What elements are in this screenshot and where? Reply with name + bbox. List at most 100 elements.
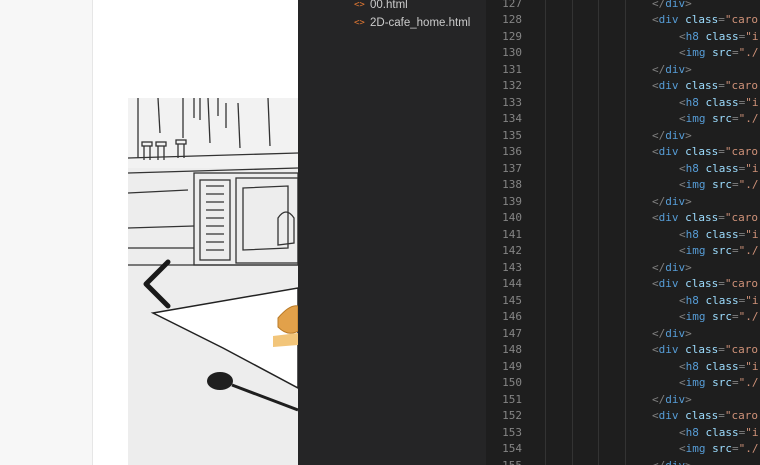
line-number: 136 (502, 145, 522, 158)
html-file-icon: <> (354, 0, 365, 10)
code-text: </div> (652, 260, 692, 274)
code-line[interactable]: 148 <div class="caro (486, 342, 760, 359)
line-number: 150 (502, 376, 522, 389)
code-line[interactable]: 133 <h8 class="i (486, 95, 760, 112)
line-number: 137 (502, 161, 522, 175)
line-number: 152 (502, 409, 522, 422)
code-line[interactable]: 137 <h8 class="i (486, 161, 760, 178)
html-file-icon: <> (354, 18, 365, 28)
code-text: <img src="./ (679, 46, 759, 59)
code-area[interactable]: 127 </div> 128 <div class="caro 129 <h8 class… (486, 0, 760, 465)
line-number: 128 (502, 13, 522, 26)
code-line[interactable]: 153 <h8 class="i (486, 425, 760, 442)
code-line[interactable]: 147 </div> (486, 326, 760, 343)
line-number: 141 (502, 227, 522, 241)
file-name: 00.html (370, 0, 408, 11)
carousel-prev-button[interactable] (138, 258, 178, 310)
code-text: </div> (652, 194, 692, 208)
code-line[interactable]: 143 </div> (486, 260, 760, 277)
code-line[interactable]: 142 <img src="./ (486, 243, 760, 260)
code-text: </div> (652, 392, 692, 406)
code-line[interactable]: 138 <img src="./ (486, 177, 760, 194)
browser-preview (0, 0, 298, 465)
line-number: 148 (502, 343, 522, 356)
line-number: 135 (502, 128, 522, 142)
line-number: 127 (502, 0, 522, 10)
code-text: <div class="caro (652, 409, 758, 422)
code-text: <img src="./ (679, 244, 759, 257)
line-number: 134 (502, 112, 522, 125)
code-line[interactable]: 132 <div class="caro (486, 78, 760, 95)
code-text: <img src="./ (679, 178, 759, 191)
activity-bar (298, 0, 340, 465)
code-line[interactable]: 140 <div class="caro (486, 210, 760, 227)
code-line[interactable]: 141 <h8 class="i (486, 227, 760, 244)
code-text: <img src="./ (679, 112, 759, 125)
code-text: <img src="./ (679, 442, 759, 455)
line-number: 130 (502, 46, 522, 59)
explorer-file-item[interactable]: <> 00.html (340, 0, 486, 14)
code-line[interactable]: 134 <img src="./ (486, 111, 760, 128)
code-text: <div class="caro (652, 145, 758, 158)
line-number: 147 (502, 326, 522, 340)
code-line[interactable]: 130 <img src="./ (486, 45, 760, 62)
code-text: <div class="caro (652, 211, 758, 224)
code-text: <div class="caro (652, 277, 758, 290)
code-text: </div> (652, 326, 692, 340)
code-line[interactable]: 154 <img src="./ (486, 441, 760, 458)
line-number: 151 (502, 392, 522, 406)
code-line[interactable]: 149 <h8 class="i (486, 359, 760, 376)
line-number: 145 (502, 293, 522, 307)
line-number: 142 (502, 244, 522, 257)
code-text: <h8 class="i (679, 29, 759, 43)
code-text: <h8 class="i (679, 161, 759, 175)
code-text: <h8 class="i (679, 359, 759, 373)
code-line[interactable]: 129 <h8 class="i (486, 29, 760, 46)
code-text: </div> (652, 458, 692, 465)
file-name: 2D-cafe_home.html (370, 17, 471, 29)
code-line[interactable]: 135 </div> (486, 128, 760, 145)
code-text: </div> (652, 62, 692, 76)
line-number: 144 (502, 277, 522, 290)
code-text: <div class="caro (652, 79, 758, 92)
line-number: 153 (502, 425, 522, 439)
code-line[interactable]: 127 </div> (486, 0, 760, 12)
code-text: <div class="caro (652, 13, 758, 26)
line-number: 131 (502, 62, 522, 76)
line-number: 133 (502, 95, 522, 109)
code-editor-window: <> 00.html <> 2D-cafe_home.html 127 </div… (298, 0, 760, 465)
line-number: 155 (502, 458, 522, 465)
line-number: 140 (502, 211, 522, 224)
code-text: </div> (652, 0, 692, 10)
code-line[interactable]: 152 <div class="caro (486, 408, 760, 425)
line-number: 146 (502, 310, 522, 323)
code-line[interactable]: 150 <img src="./ (486, 375, 760, 392)
code-line[interactable]: 139 </div> (486, 194, 760, 211)
code-text: <img src="./ (679, 310, 759, 323)
code-line[interactable]: 131 </div> (486, 62, 760, 79)
file-explorer: <> 00.html <> 2D-cafe_home.html (340, 0, 486, 465)
line-number: 139 (502, 194, 522, 208)
code-text: <h8 class="i (679, 425, 759, 439)
code-line[interactable]: 146 <img src="./ (486, 309, 760, 326)
code-text: <h8 class="i (679, 227, 759, 241)
line-number: 129 (502, 29, 522, 43)
code-text: <h8 class="i (679, 293, 759, 307)
line-number: 143 (502, 260, 522, 274)
code-line[interactable]: 151 </div> (486, 392, 760, 409)
line-number: 149 (502, 359, 522, 373)
chevron-left-icon (143, 259, 171, 309)
line-number: 132 (502, 79, 522, 92)
code-text: <h8 class="i (679, 95, 759, 109)
explorer-file-item[interactable]: <> 2D-cafe_home.html (340, 14, 486, 32)
code-line[interactable]: 145 <h8 class="i (486, 293, 760, 310)
code-line[interactable]: 136 <div class="caro (486, 144, 760, 161)
code-line[interactable]: 155 </div> (486, 458, 760, 465)
code-text: <div class="caro (652, 343, 758, 356)
line-number: 154 (502, 442, 522, 455)
line-number: 138 (502, 178, 522, 191)
code-text: </div> (652, 128, 692, 142)
code-text: <img src="./ (679, 376, 759, 389)
code-line[interactable]: 144 <div class="caro (486, 276, 760, 293)
code-line[interactable]: 128 <div class="caro (486, 12, 760, 29)
